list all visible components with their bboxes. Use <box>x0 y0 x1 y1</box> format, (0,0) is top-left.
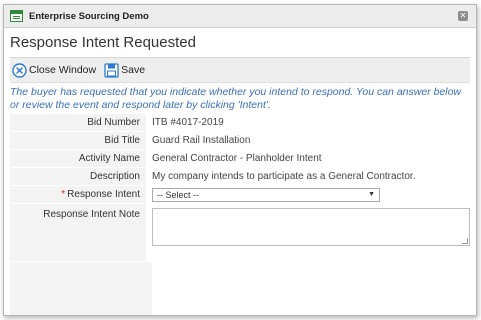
bid-details-form: Bid Number ITB #4017-2019 Bid Title Guar… <box>10 114 470 262</box>
response-intent-note-cell <box>146 204 470 262</box>
bid-number-label: Bid Number <box>10 114 146 132</box>
resize-handle-icon[interactable] <box>462 237 468 244</box>
row-response-intent: * Response Intent -- Select -- ▼ <box>10 185 470 204</box>
instruction-text: The buyer has requested that you indicat… <box>10 86 462 111</box>
row-response-intent-note: Response Intent Note <box>10 203 470 262</box>
dialog-window: Enterprise Sourcing Demo ✕ Response Inte… <box>3 4 477 316</box>
close-circle-icon <box>12 62 27 78</box>
bid-number-value: ITB #4017-2019 <box>152 117 224 129</box>
response-intent-note-label: Response Intent Note <box>10 203 146 262</box>
close-window-label: Close Window <box>29 64 97 76</box>
response-intent-label-cell: * Response Intent <box>10 185 146 204</box>
activity-name-value: General Contractor - Planholder Intent <box>152 153 322 164</box>
description-value: My company intends to participate as a G… <box>152 171 416 182</box>
response-intent-cell: -- Select -- ▼ <box>146 186 470 204</box>
row-activity-name: Activity Name General Contractor - Planh… <box>10 149 470 168</box>
close-icon[interactable]: ✕ <box>458 11 468 21</box>
dropdown-arrow-icon: ▼ <box>368 191 375 198</box>
response-intent-select[interactable]: -- Select -- ▼ <box>152 187 380 202</box>
bid-title-label: Bid Title <box>10 131 146 150</box>
response-intent-label: Response Intent <box>67 189 140 200</box>
close-window-button[interactable]: Close Window <box>12 62 97 78</box>
activity-name-label: Activity Name <box>10 149 146 168</box>
required-marker: * <box>61 189 66 200</box>
app-window-icon <box>10 10 23 22</box>
save-icon <box>104 62 119 78</box>
page-title: Response Intent Requested <box>10 28 470 58</box>
toolbar: Close Window Save <box>10 58 470 83</box>
window-title: Enterprise Sourcing Demo <box>29 10 149 22</box>
description-label: Description <box>10 167 146 186</box>
row-description: Description My company intends to partic… <box>10 167 470 186</box>
response-intent-note-textarea[interactable] <box>152 207 470 246</box>
row-bid-title: Bid Title Guard Rail Installation <box>10 131 470 150</box>
label-column-filler <box>10 262 152 315</box>
row-bid-number: Bid Number ITB #4017-2019 <box>10 114 470 132</box>
bid-title-value: Guard Rail Installation <box>152 135 251 146</box>
response-intent-selected-value: -- Select -- <box>157 189 200 200</box>
save-label: Save <box>121 64 146 76</box>
save-button[interactable]: Save <box>104 62 146 78</box>
title-bar[interactable]: Enterprise Sourcing Demo ✕ <box>4 5 476 28</box>
